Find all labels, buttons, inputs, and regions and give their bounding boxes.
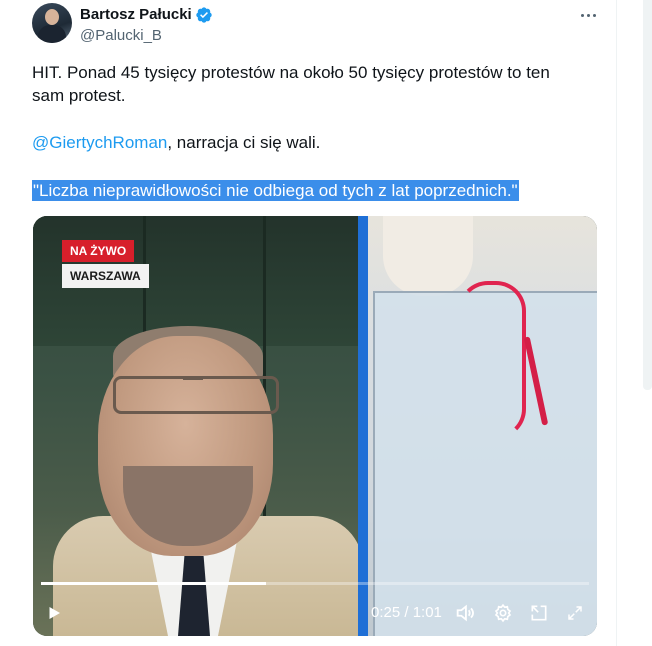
ballot-seal <box>458 281 526 439</box>
fullscreen-icon[interactable] <box>563 601 587 625</box>
picture-in-picture-icon[interactable] <box>527 601 551 625</box>
tweet-text-line-1: HIT. Ponad 45 tysięcy protestów na około… <box>32 63 550 82</box>
author-display-name[interactable]: Bartosz Pałucki <box>80 6 192 23</box>
tweet-mention-line: @GiertychRoman, narracja ci się wali. <box>32 131 320 154</box>
verified-badge-icon <box>196 7 212 23</box>
mention-link[interactable]: @GiertychRoman <box>32 133 167 152</box>
speaker-glasses <box>113 376 279 414</box>
video-progress-fill <box>41 582 266 585</box>
location-badge: WARSZAWA <box>62 264 149 288</box>
tweet-text-line-2: sam protest. <box>32 86 126 105</box>
split-screen-divider <box>358 216 368 636</box>
mention-rest-text: , narracja ci się wali. <box>167 133 321 152</box>
author-handle[interactable]: @Palucki_B <box>80 27 162 44</box>
more-options-icon[interactable] <box>578 6 598 24</box>
glasses-bridge <box>183 376 203 380</box>
highlighted-quote: "Liczba nieprawidłowości nie odbiega od … <box>32 180 519 201</box>
video-player[interactable]: NA ŻYWO WARSZAWA 0:25 / 1:01 <box>33 216 597 636</box>
video-progress-bar[interactable] <box>41 582 589 585</box>
settings-gear-icon[interactable] <box>491 601 515 625</box>
live-badge: NA ŻYWO <box>62 240 135 262</box>
volume-icon[interactable] <box>453 601 477 625</box>
avatar-body <box>38 25 66 43</box>
background-pillar <box>383 216 473 296</box>
video-controls: 0:25 / 1:01 <box>33 592 597 636</box>
tweet-quote-line: "Liczba nieprawidłowości nie odbiega od … <box>32 179 519 202</box>
play-icon[interactable] <box>42 601 66 625</box>
avatar[interactable] <box>32 3 72 43</box>
avatar-head <box>45 9 59 25</box>
scrollbar[interactable] <box>643 0 652 390</box>
video-time: 0:25 / 1:01 <box>371 604 442 621</box>
